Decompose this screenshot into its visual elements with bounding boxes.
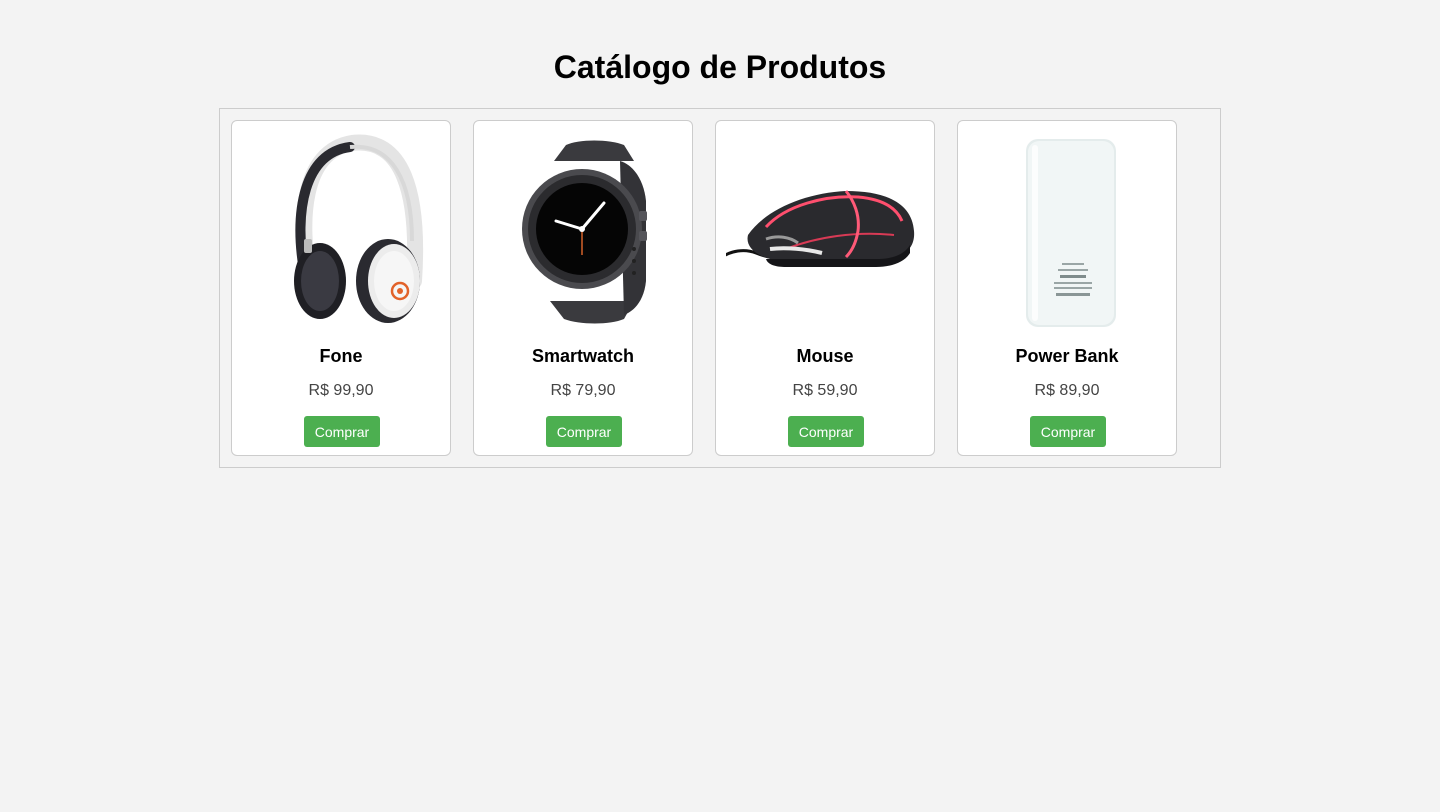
product-card-smartwatch: Smartwatch R$ 79,90 Comprar — [473, 120, 693, 456]
buy-button[interactable]: Comprar — [1030, 416, 1106, 447]
buy-button[interactable]: Comprar — [546, 416, 622, 447]
buy-button[interactable]: Comprar — [788, 416, 864, 447]
product-price: R$ 89,90 — [1034, 382, 1100, 399]
product-price: R$ 59,90 — [792, 382, 858, 399]
product-name: Fone — [319, 346, 363, 366]
headphones-image — [294, 134, 424, 323]
page-title: Catálogo de Produtos — [553, 49, 887, 85]
smartwatch-image — [522, 140, 647, 324]
product-card-mouse: Mouse R$ 59,90 Comprar — [715, 120, 935, 456]
power-bank-image — [1026, 139, 1116, 327]
product-name: Smartwatch — [531, 346, 635, 366]
product-catalog: Fone R$ 99,90 Comprar Smartwatch R$ 79,9… — [219, 108, 1221, 468]
product-price: R$ 79,90 — [550, 382, 616, 399]
buy-button[interactable]: Comprar — [304, 416, 380, 447]
product-card-power-bank: Power Bank R$ 89,90 Comprar — [957, 120, 1177, 456]
product-name: Power Bank — [1015, 346, 1119, 366]
product-card-fone: Fone R$ 99,90 Comprar — [231, 120, 451, 456]
product-name: Mouse — [796, 346, 854, 366]
product-price: R$ 99,90 — [308, 382, 374, 399]
gaming-mouse-image — [726, 190, 915, 267]
